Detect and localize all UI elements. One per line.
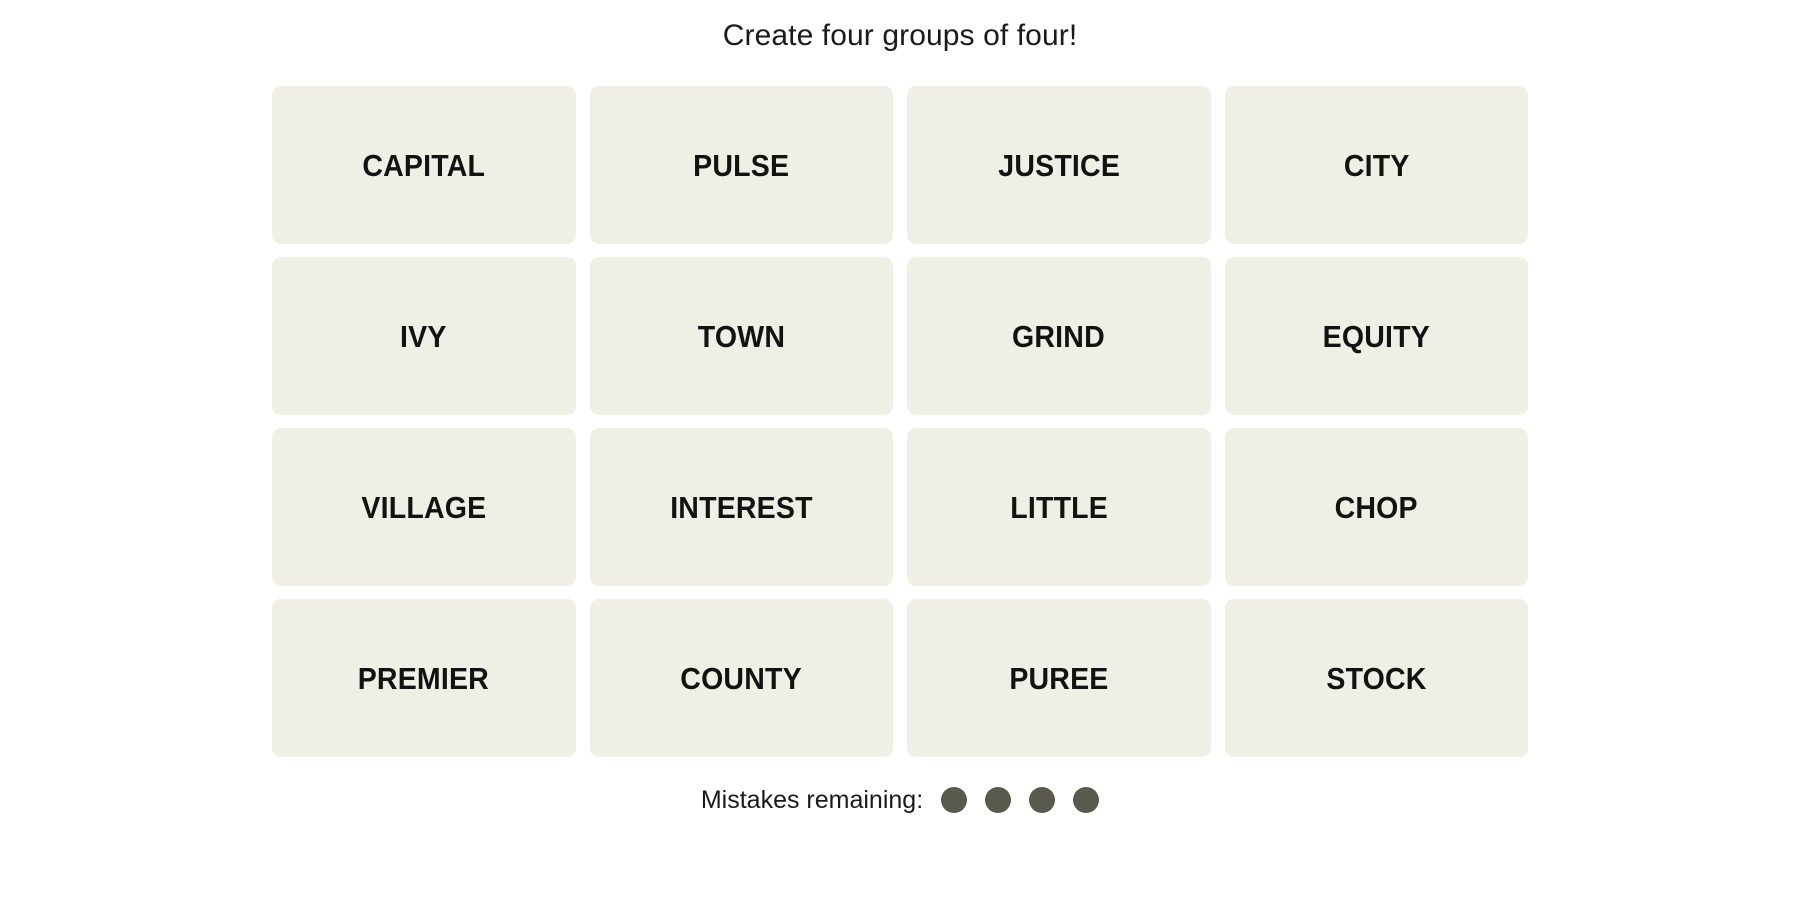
mistake-dot-icon [1073, 787, 1100, 813]
word-tile-label: CAPITAL [362, 147, 486, 183]
word-tile-label: STOCK [1326, 660, 1427, 696]
word-tile[interactable]: GRIND [907, 257, 1211, 415]
word-tile-label: CITY [1343, 147, 1410, 183]
mistakes-dots [941, 787, 1100, 813]
word-tile[interactable]: PULSE [589, 86, 893, 244]
word-tile-label: PREMIER [358, 660, 490, 696]
word-tile-label: EQUITY [1322, 318, 1430, 354]
word-tile-label: IVY [400, 318, 448, 354]
word-tile[interactable]: CAPITAL [272, 86, 576, 244]
word-tile[interactable]: PREMIER [272, 599, 576, 757]
word-tile[interactable]: CHOP [1224, 428, 1528, 586]
word-tile-label: PUREE [1009, 660, 1109, 696]
word-tile[interactable]: IVY [272, 257, 576, 415]
mistakes-remaining-label: Mistakes remaining: [700, 785, 924, 814]
word-tile[interactable]: PUREE [907, 599, 1211, 757]
page-title: Create four groups of four! [722, 19, 1078, 52]
word-tile[interactable]: CITY [1224, 86, 1528, 244]
word-tile-label: PULSE [693, 147, 790, 183]
word-tile[interactable]: TOWN [589, 257, 893, 415]
word-tile-label: JUSTICE [997, 147, 1120, 183]
word-tile-label: COUNTY [680, 660, 803, 696]
mistake-dot-icon [1029, 787, 1056, 813]
word-tile[interactable]: STOCK [1224, 599, 1528, 757]
word-tile[interactable]: COUNTY [589, 599, 893, 757]
word-tile-label: VILLAGE [361, 489, 487, 525]
word-tile[interactable]: JUSTICE [907, 86, 1211, 244]
mistake-dot-icon [941, 787, 968, 813]
word-tile-label: LITTLE [1009, 489, 1108, 525]
word-tile[interactable]: INTEREST [589, 428, 893, 586]
mistake-dot-icon [985, 787, 1012, 813]
word-tile-label: GRIND [1012, 318, 1106, 354]
word-tile[interactable]: EQUITY [1224, 257, 1528, 415]
word-tile-label: INTEREST [669, 489, 813, 525]
word-tile-label: CHOP [1334, 489, 1418, 525]
word-tile[interactable]: VILLAGE [272, 428, 576, 586]
word-tile[interactable]: LITTLE [907, 428, 1211, 586]
word-tile-label: TOWN [697, 318, 785, 354]
puzzle-board: CAPITAL PULSE JUSTICE CITY IVY TOWN GRIN… [272, 86, 1528, 757]
connections-game-page: Create four groups of four! CAPITAL PULS… [0, 0, 1800, 900]
mistakes-footer: Mistakes remaining: [700, 785, 1100, 814]
